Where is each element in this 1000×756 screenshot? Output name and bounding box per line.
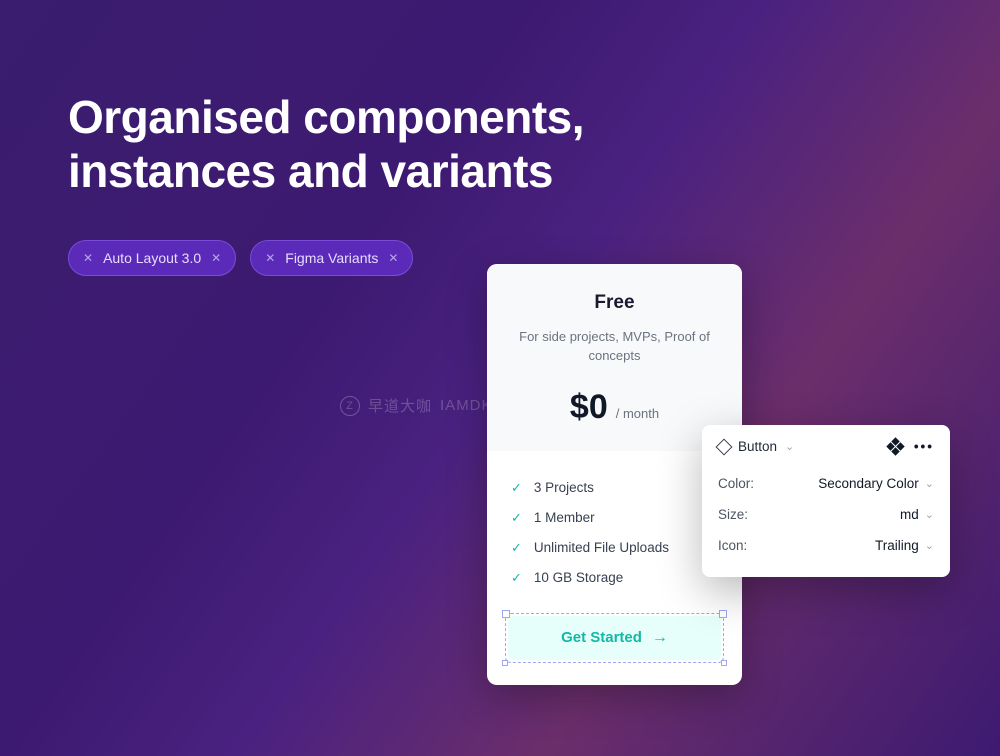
chevron-down-icon: ⌄	[925, 508, 934, 521]
close-icon[interactable]: ✕	[388, 252, 398, 264]
property-label: Size:	[718, 507, 748, 522]
arrow-right-icon: →	[652, 629, 668, 647]
inspector-row-color: Color: Secondary Color ⌄	[718, 468, 934, 499]
chevron-down-icon: ⌄	[925, 477, 934, 490]
plan-name: Free	[509, 292, 720, 314]
pricing-card-header: Free For side projects, MVPs, Proof of c…	[487, 264, 742, 451]
close-icon[interactable]: ✕	[265, 252, 275, 264]
chevron-down-icon[interactable]: ⌄	[785, 440, 794, 453]
list-item: ✓ 10 GB Storage	[511, 563, 718, 593]
feature-label: 3 Projects	[534, 480, 594, 495]
check-icon: ✓	[511, 570, 522, 586]
component-name-row[interactable]: Button ⌄	[718, 439, 794, 454]
inspector-header: Button ⌄ •••	[718, 439, 934, 454]
cta-selection-frame: Get Started →	[487, 613, 742, 685]
check-icon: ✓	[511, 540, 522, 556]
variants-inspector-panel: Button ⌄ ••• Color: Secondary Color ⌄ Si…	[702, 425, 950, 577]
feature-label: 1 Member	[534, 510, 595, 525]
heading-line-1: Organised components,	[68, 91, 584, 143]
property-value-select[interactable]: Secondary Color ⌄	[818, 476, 934, 491]
property-value-select[interactable]: md ⌄	[900, 507, 934, 522]
price-amount: $0	[570, 388, 608, 427]
close-icon[interactable]: ✕	[211, 252, 221, 264]
watermark-text: 早道大咖	[368, 395, 432, 416]
close-icon[interactable]: ✕	[83, 252, 93, 264]
pill-label: Figma Variants	[285, 250, 378, 266]
list-item: ✓ 3 Projects	[511, 473, 718, 503]
plan-price: $0 / month	[509, 388, 720, 427]
chevron-down-icon: ⌄	[925, 539, 934, 552]
list-item: ✓ 1 Member	[511, 503, 718, 533]
get-started-button[interactable]: Get Started →	[508, 616, 721, 660]
pill-label: Auto Layout 3.0	[103, 250, 201, 266]
variants-grid-icon[interactable]	[886, 437, 904, 455]
list-item: ✓ Unlimited File Uploads	[511, 533, 718, 563]
feature-label: Unlimited File Uploads	[534, 540, 669, 555]
page-heading: Organised components, instances and vari…	[68, 90, 584, 199]
component-name: Button	[738, 439, 777, 454]
property-label: Icon:	[718, 538, 747, 553]
property-value-select[interactable]: Trailing ⌄	[875, 538, 934, 553]
selection-bounding-box[interactable]: Get Started →	[505, 613, 724, 663]
inspector-row-icon: Icon: Trailing ⌄	[718, 530, 934, 561]
property-label: Color:	[718, 476, 754, 491]
component-icon	[716, 438, 733, 455]
watermark-badge-icon: Z	[340, 396, 360, 416]
tag-pill-row: ✕ Auto Layout 3.0 ✕ ✕ Figma Variants ✕	[68, 240, 413, 276]
inspector-row-size: Size: md ⌄	[718, 499, 934, 530]
pill-auto-layout[interactable]: ✕ Auto Layout 3.0 ✕	[68, 240, 236, 276]
feature-label: 10 GB Storage	[534, 570, 623, 585]
heading-line-2: instances and variants	[68, 145, 553, 197]
plan-description: For side projects, MVPs, Proof of concep…	[509, 328, 720, 366]
pill-figma-variants[interactable]: ✕ Figma Variants ✕	[250, 240, 413, 276]
more-icon[interactable]: •••	[914, 439, 934, 454]
button-label: Get Started	[561, 629, 642, 646]
check-icon: ✓	[511, 480, 522, 496]
price-period: / month	[616, 406, 659, 421]
check-icon: ✓	[511, 510, 522, 526]
